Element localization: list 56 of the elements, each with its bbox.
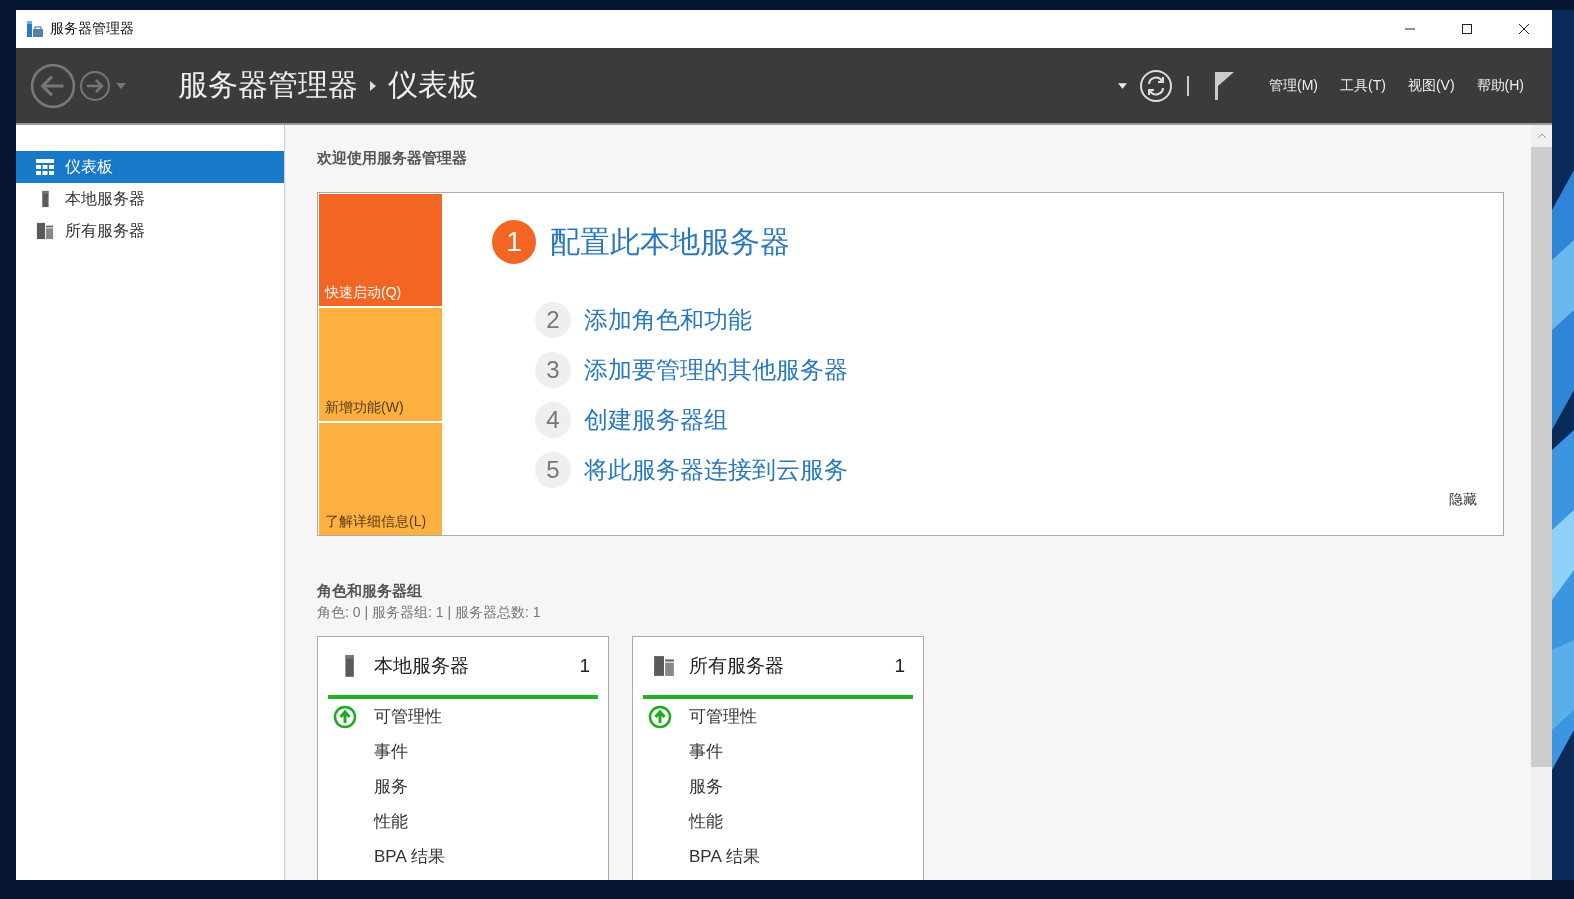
summary-text: 角色: 0 | 服务器组: 1 | 服务器总数: 1 (317, 604, 542, 622)
step-link[interactable]: 创建服务器组 (584, 404, 728, 436)
breadcrumb-item: 仪表板 (388, 67, 478, 103)
server-count: 1 (579, 655, 590, 677)
step-link[interactable]: 将此服务器连接到云服务 (584, 454, 848, 486)
card-link[interactable]: 性能 (374, 810, 408, 833)
quick-start-tile[interactable]: 新增功能(W) (319, 308, 442, 421)
step-number: 5 (535, 452, 571, 488)
card-link[interactable]: BPA 结果 (689, 845, 760, 868)
server-group-card[interactable]: 所有服务器 1 可管理性 事件 服务 性能 BPA 结果 (632, 636, 924, 880)
card-link[interactable]: 事件 (689, 740, 723, 763)
section-title: 欢迎使用服务器管理器 (317, 149, 468, 168)
card-link[interactable]: 服务 (689, 775, 723, 798)
window-title: 服务器管理器 (50, 20, 134, 38)
menu-item[interactable]: 视图(V) (1399, 72, 1463, 99)
app-icon (26, 20, 44, 38)
step-number: 4 (535, 402, 571, 438)
sidebar-item[interactable]: 仪表板 (16, 151, 284, 183)
servers-icon (35, 222, 55, 240)
quick-start-tile[interactable]: 了解详细信息(L) (319, 422, 442, 535)
hide-link[interactable]: 隐藏 (1449, 491, 1477, 509)
section-title: 角色和服务器组 (317, 582, 423, 601)
breadcrumb-item[interactable]: 服务器管理器 (178, 65, 358, 106)
step-number: 2 (535, 302, 571, 338)
scroll-up-icon[interactable] (1536, 133, 1547, 139)
back-icon[interactable] (30, 62, 76, 109)
server-count: 1 (894, 655, 905, 677)
refresh-icon[interactable] (1139, 68, 1173, 103)
card-link[interactable]: 可管理性 (689, 705, 757, 728)
step-number: 3 (535, 352, 571, 388)
card-link[interactable]: 性能 (689, 810, 723, 833)
step-link[interactable]: 添加要管理的其他服务器 (584, 354, 848, 386)
step-link[interactable]: 添加角色和功能 (584, 304, 752, 336)
maximize-icon[interactable] (1461, 23, 1473, 35)
card-link[interactable]: 事件 (374, 740, 408, 763)
menu-item[interactable]: 帮助(H) (1468, 72, 1532, 99)
card-title: 所有服务器 (689, 654, 784, 678)
chevron-icon (370, 80, 376, 91)
caret-icon[interactable] (1118, 82, 1127, 89)
forward-icon[interactable] (79, 69, 111, 102)
step-number: 1 (492, 220, 536, 264)
card-link[interactable]: 可管理性 (374, 705, 442, 728)
sidebar-item[interactable]: 本地服务器 (16, 183, 284, 215)
servers-icon (653, 654, 675, 678)
menu-item[interactable]: 工具(T) (1332, 72, 1394, 99)
card-link[interactable]: BPA 结果 (374, 845, 445, 868)
flag-icon[interactable] (1213, 70, 1235, 101)
card-link[interactable]: 服务 (374, 775, 408, 798)
scrollbar[interactable] (1531, 125, 1552, 880)
menu-item[interactable]: 管理(M) (1261, 72, 1326, 99)
dashboard-icon (35, 158, 55, 176)
close-icon[interactable] (1518, 23, 1530, 35)
step-link[interactable]: 配置此本地服务器 (550, 221, 790, 263)
sidebar-item[interactable]: 所有服务器 (16, 215, 284, 247)
card-title: 本地服务器 (374, 654, 469, 678)
server-group-card[interactable]: 本地服务器 1 可管理性 事件 服务 性能 BPA 结果 (317, 636, 609, 880)
